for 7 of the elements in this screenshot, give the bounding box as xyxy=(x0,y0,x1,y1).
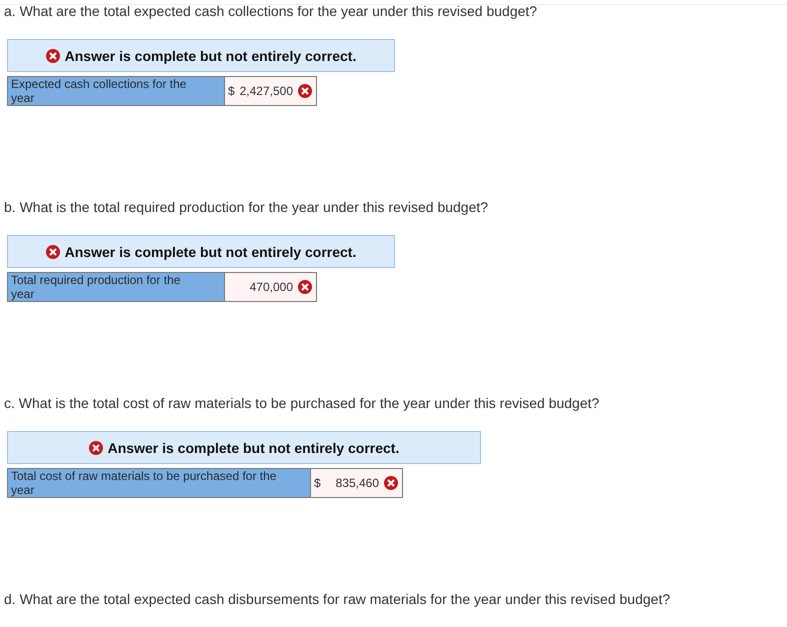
question-text: a. What are the total expected cash collections for the year under this revised budget? xyxy=(4,2,538,20)
question-text: b. What is the total required production for the year under this revised budget? xyxy=(4,198,488,216)
feedback-text: Answer is complete but not entirely correct. xyxy=(64,244,356,260)
question-text: c. What is the total cost of raw materials to be purchased for the year under this revised budget? xyxy=(4,394,600,412)
feedback-text: Answer is complete but not entirely correct. xyxy=(64,48,356,64)
question-text: d. What are the total expected cash disbursements for raw materials for the year under this revised budget? xyxy=(4,590,670,608)
feedback-text: Answer is complete but not entirely correct. xyxy=(108,440,400,456)
